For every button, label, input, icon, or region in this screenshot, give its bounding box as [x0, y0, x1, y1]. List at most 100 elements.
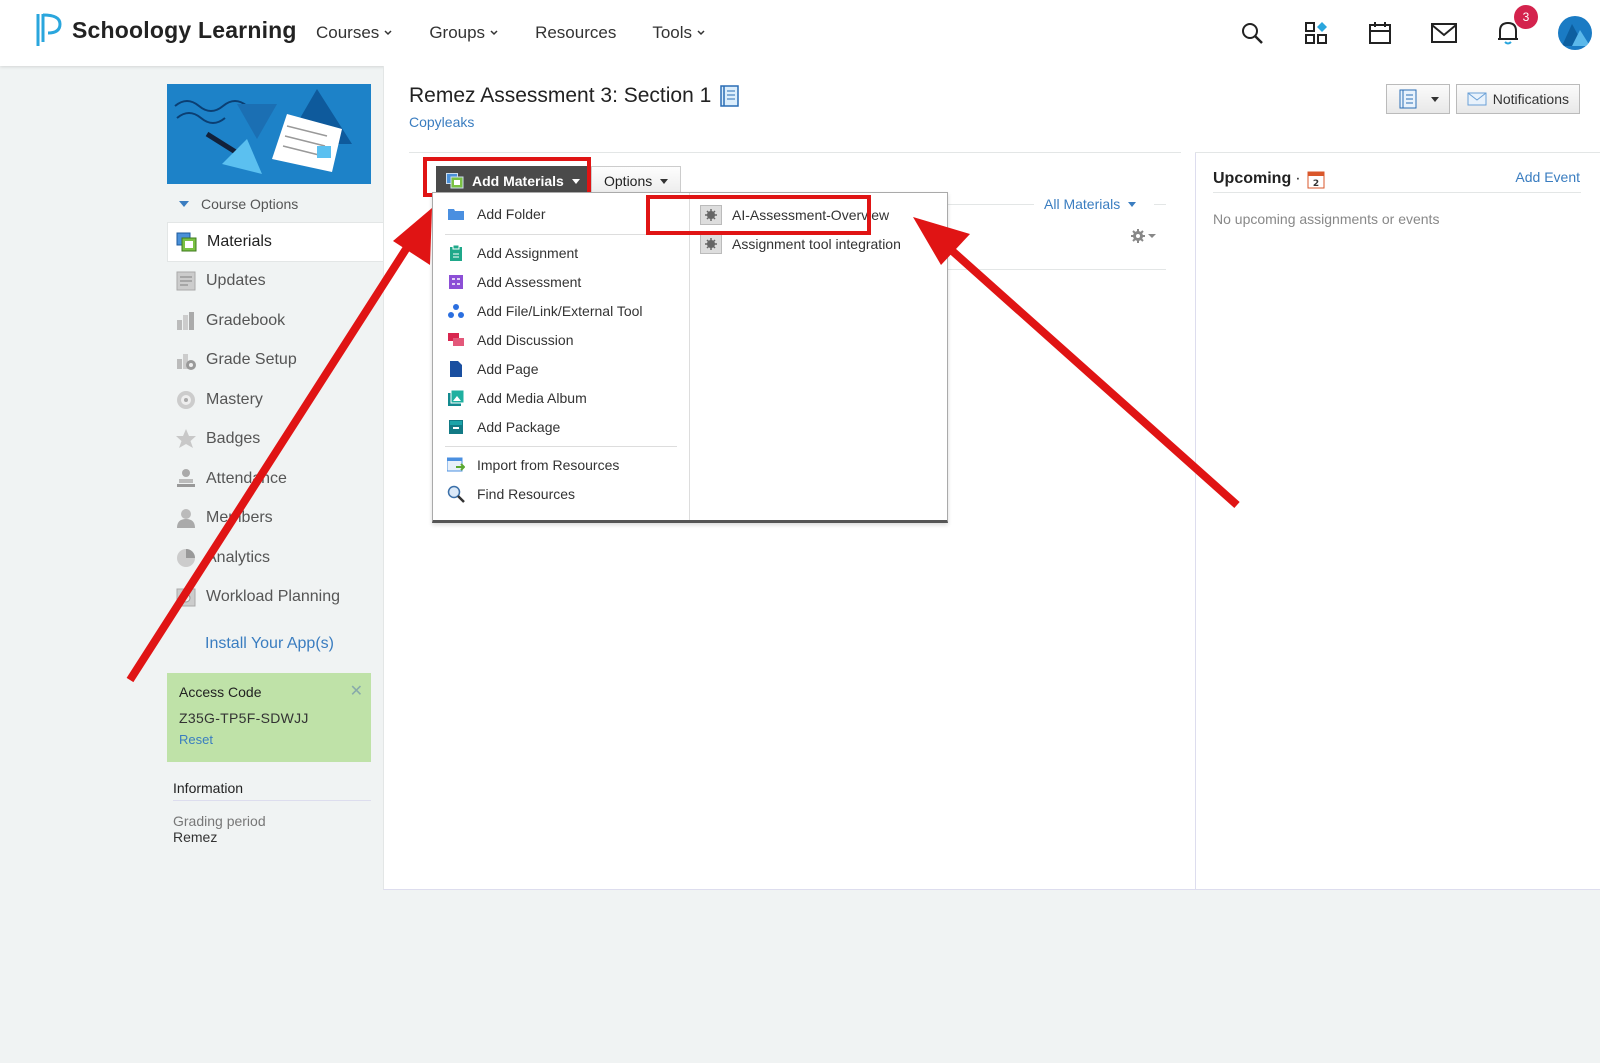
schoology-logo[interactable]: Schoology Learning: [34, 12, 297, 48]
page-title: Remez Assessment 3: Section 1: [409, 84, 740, 108]
sidebar-item-members[interactable]: Members: [167, 499, 383, 539]
chevron-down-icon: [490, 30, 498, 36]
menu-item-label: Import from Resources: [477, 457, 620, 473]
bell-icon[interactable]: 3: [1494, 5, 1538, 47]
course-subtitle-link[interactable]: Copyleaks: [409, 114, 474, 130]
access-code-reset-link[interactable]: Reset: [179, 732, 359, 747]
nav-tools[interactable]: Tools: [652, 23, 706, 43]
sidebar-item-label: Grade Setup: [206, 351, 297, 369]
sidebar-item-workload-planning[interactable]: Workload Planning: [167, 578, 383, 618]
caret-down-icon: [660, 178, 669, 184]
course-sidebar: Course Options Materials Updates Gradebo…: [167, 84, 391, 845]
assessment-icon: [447, 273, 465, 291]
attendance-icon: [175, 468, 197, 490]
menu-add-folder[interactable]: Add Folder: [447, 203, 545, 225]
sidebar-item-label: Analytics: [206, 548, 271, 566]
sidebar-item-gradebook[interactable]: Gradebook: [167, 301, 383, 341]
upcoming-title: Upcoming: [1213, 170, 1292, 187]
triangle-down-icon: [179, 201, 189, 207]
close-icon[interactable]: ✕: [350, 681, 363, 701]
app-tool-icon: [700, 234, 722, 254]
sidebar-item-attendance[interactable]: Attendance: [167, 459, 383, 499]
sidebar-item-mastery[interactable]: Mastery: [167, 380, 383, 420]
sidebar-item-label: Mastery: [206, 390, 263, 408]
upcoming-divider: [1213, 192, 1581, 193]
chevron-down-icon: [384, 30, 392, 36]
menu-item-label: Add File/Link/External Tool: [477, 303, 643, 319]
folder-icon: [447, 205, 465, 223]
nav-courses[interactable]: Courses: [316, 23, 393, 43]
install-apps-link[interactable]: Install Your App(s): [205, 635, 383, 653]
menu-item-label: Add Discussion: [477, 332, 574, 348]
information-heading: Information: [173, 780, 371, 801]
sidebar-item-updates[interactable]: Updates: [167, 262, 383, 302]
menu-add-media-album[interactable]: Add Media Album: [447, 387, 587, 409]
nav-resources[interactable]: Resources: [535, 23, 616, 43]
add-event-link[interactable]: Add Event: [1515, 169, 1580, 185]
upcoming-separator: ·: [1295, 170, 1301, 187]
calendar-icon[interactable]: [1366, 19, 1394, 47]
menu-item-label: Add Package: [477, 419, 561, 435]
filter-divider-left: [934, 204, 1034, 205]
updates-icon: [175, 270, 197, 292]
nav-groups[interactable]: Groups: [429, 23, 499, 43]
user-avatar[interactable]: [1558, 16, 1592, 50]
sidebar-item-analytics[interactable]: Analytics: [167, 538, 383, 578]
sidebar-item-materials[interactable]: Materials: [167, 222, 391, 262]
access-code-title: Access Code: [179, 684, 262, 700]
page-icon: [447, 360, 465, 378]
materials-icon: [176, 231, 198, 253]
menu-add-package[interactable]: Add Package: [447, 416, 560, 438]
menu-add-discussion[interactable]: Add Discussion: [447, 329, 574, 351]
gear-icon[interactable]: [1130, 226, 1160, 246]
sidebar-item-badges[interactable]: Badges: [167, 420, 383, 460]
view-toggle-button[interactable]: [1385, 84, 1450, 114]
mail-icon[interactable]: [1430, 19, 1458, 47]
main-nav: Courses Groups Resources Tools: [316, 0, 742, 66]
caret-down-icon: [1430, 96, 1439, 102]
top-navigation-bar: Schoology Learning Courses Groups Resour…: [0, 0, 1600, 66]
members-icon: [175, 507, 197, 529]
menu-item-label: Add Assessment: [477, 274, 582, 290]
menu-add-page[interactable]: Add Page: [447, 358, 539, 380]
analytics-icon: [175, 547, 197, 569]
notebook-icon: [1399, 89, 1417, 109]
notifications-button[interactable]: Notifications: [1455, 84, 1580, 114]
upcoming-empty-message: No upcoming assignments or events: [1213, 211, 1440, 227]
sidebar-item-label: Materials: [207, 232, 272, 250]
materials-list-divider: [934, 269, 1166, 270]
menu-add-assignment[interactable]: Add Assignment: [447, 242, 578, 264]
gradebook-icon: [175, 310, 197, 332]
media-album-icon: [447, 389, 465, 407]
find-icon: [447, 485, 465, 503]
add-materials-dropdown: Add Folder Add Assignment Add Assessment…: [432, 192, 948, 523]
sidebar-item-label: Badges: [206, 430, 261, 448]
calendar-day-number: 2: [1312, 179, 1318, 189]
annotation-highlight-add-materials: [423, 157, 591, 197]
notebook-icon: [720, 85, 740, 107]
menu-item-label: Add Media Album: [477, 390, 587, 406]
menu-import-from-resources[interactable]: Import from Resources: [447, 454, 619, 476]
course-options-toggle[interactable]: Course Options: [179, 194, 383, 214]
menu-assignment-tool-integration[interactable]: Assignment tool integration: [700, 233, 901, 255]
menu-add-assessment[interactable]: Add Assessment: [447, 271, 581, 293]
course-options-label: Course Options: [201, 196, 299, 212]
menu-item-label: Add Folder: [477, 206, 546, 222]
right-divider: [1195, 152, 1600, 153]
sidebar-item-grade-setup[interactable]: Grade Setup: [167, 341, 383, 381]
assignment-icon: [447, 244, 465, 262]
menu-find-resources[interactable]: Find Resources: [447, 483, 575, 505]
search-icon[interactable]: [1238, 19, 1266, 47]
nav-icon-group: 3: [1238, 0, 1600, 66]
apps-icon[interactable]: [1302, 19, 1330, 47]
all-materials-filter[interactable]: All Materials: [1044, 196, 1137, 212]
annotation-highlight-ai-assessment: [646, 195, 871, 235]
sidebar-item-label: Updates: [206, 272, 266, 290]
nav-groups-label: Groups: [429, 23, 486, 42]
caret-down-icon: [1128, 201, 1137, 207]
menu-add-file-link-external-tool[interactable]: Add File/Link/External Tool: [447, 300, 643, 322]
menu-item-label: Add Page: [477, 361, 539, 377]
course-image: [167, 84, 371, 184]
menu-item-label: Add Assignment: [477, 245, 579, 261]
grading-period-label: Grading period: [173, 813, 266, 829]
